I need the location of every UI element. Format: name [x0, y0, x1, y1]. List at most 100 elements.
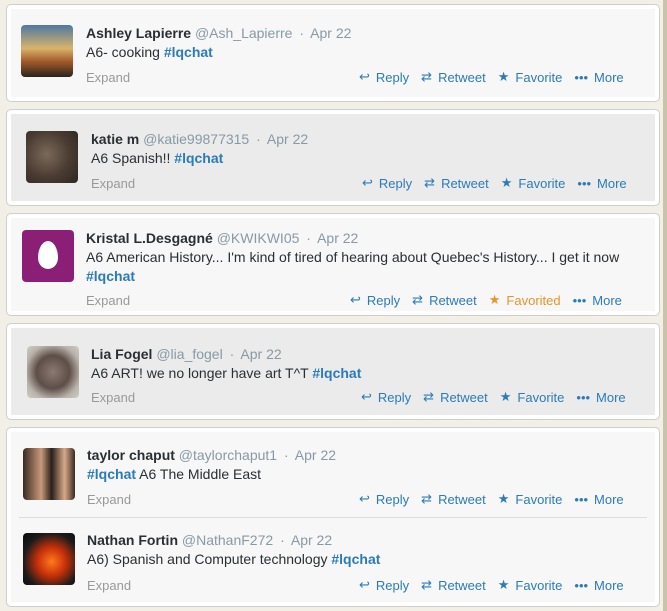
hashtag-link[interactable]: #lqchat: [331, 551, 380, 567]
author-name[interactable]: Ashley Lapierre: [86, 25, 191, 41]
reply-arrow-icon: ↩: [361, 389, 372, 404]
retweet-icon: ⇄: [424, 175, 436, 190]
star-icon: ★: [500, 175, 513, 190]
separator-dot: ·: [283, 447, 289, 463]
more-button[interactable]: ••• More: [574, 577, 623, 593]
author-handle[interactable]: @lia_fogel: [156, 346, 222, 362]
star-icon: ★: [497, 69, 510, 84]
tweet-actions: ↩ Reply ⇄ Retweet ★ Favorite ••• More: [350, 175, 627, 191]
reply-button[interactable]: ↩ Reply: [350, 292, 400, 308]
reply-button[interactable]: ↩ Reply: [359, 69, 409, 85]
separator-dot: ·: [280, 532, 285, 548]
hashtag-link[interactable]: #lqchat: [86, 268, 135, 284]
star-icon: ★: [499, 389, 512, 404]
hashtag-link[interactable]: #lqchat: [164, 44, 213, 60]
favorite-button[interactable]: ★ Favorite: [498, 69, 563, 85]
favorited-button[interactable]: ★ Favorited: [489, 292, 561, 308]
reply-button[interactable]: ↩ Reply: [362, 175, 412, 191]
expand-link[interactable]: Expand: [86, 293, 130, 308]
author-name[interactable]: katie m: [91, 131, 139, 147]
tweet-date[interactable]: Apr 22: [291, 532, 332, 548]
retweet-icon: ⇄: [423, 389, 435, 404]
author-name[interactable]: Kristal L.Desgagné: [86, 230, 213, 246]
separator-dot: ·: [299, 25, 305, 41]
avatar[interactable]: [23, 533, 75, 585]
tweet-actions: ↩ Reply ⇄ Retweet ★ Favorite ••• More: [347, 69, 624, 85]
tweet-text: A6) Spanish and Computer technology #lqc…: [87, 551, 381, 567]
retweet-icon: ⇄: [412, 292, 424, 307]
tweet-conversation-card: taylor chaput @taylorchaput1 · Apr 22 #l…: [6, 427, 660, 607]
star-icon: ★: [497, 577, 510, 592]
reply-button[interactable]: ↩ Reply: [361, 389, 411, 405]
reply-button[interactable]: ↩ Reply: [359, 491, 409, 507]
avatar[interactable]: [21, 25, 73, 77]
more-button[interactable]: ••• More: [574, 69, 623, 85]
expand-link[interactable]: Expand: [86, 70, 130, 85]
author-name[interactable]: Nathan Fortin: [87, 532, 178, 548]
reply-arrow-icon: ↩: [359, 491, 370, 506]
separator-dot: ·: [306, 230, 311, 246]
tweet-date[interactable]: Apr 22: [240, 346, 281, 362]
retweet-button[interactable]: ⇄ Retweet: [421, 577, 486, 593]
tweet-card: katie m @katie99877315 · Apr 22 A6 Spani…: [6, 109, 660, 206]
author-handle[interactable]: @NathanF272: [182, 532, 273, 548]
reply-button[interactable]: ↩ Reply: [359, 577, 409, 593]
tweet-text: A6 ART! we no longer have art T^T #lqcha…: [91, 365, 362, 381]
retweet-button[interactable]: ⇄ Retweet: [412, 292, 477, 308]
author-handle[interactable]: @katie99877315: [143, 131, 249, 147]
ellipsis-icon: •••: [574, 69, 589, 85]
retweet-button[interactable]: ⇄ Retweet: [421, 491, 486, 507]
retweet-icon: ⇄: [421, 69, 433, 84]
tweet-actions: ↩ Reply ⇄ Retweet ★ Favorite ••• More: [347, 491, 624, 507]
expand-link[interactable]: Expand: [91, 390, 135, 405]
tweet-divider: [19, 517, 647, 518]
avatar[interactable]: [22, 230, 74, 282]
retweet-button[interactable]: ⇄ Retweet: [423, 389, 488, 405]
hashtag-link[interactable]: #lqchat: [87, 466, 136, 482]
star-icon: ★: [497, 491, 510, 506]
ellipsis-icon: •••: [574, 491, 589, 507]
tweet-date[interactable]: Apr 22: [267, 131, 308, 147]
tweet-date[interactable]: Apr 22: [295, 447, 336, 463]
favorite-button[interactable]: ★ Favorite: [500, 389, 565, 405]
favorite-button[interactable]: ★ Favorite: [501, 175, 566, 191]
favorite-button[interactable]: ★ Favorite: [498, 577, 563, 593]
tweet-text: A6 Spanish!! #lqchat: [91, 150, 224, 166]
more-button[interactable]: ••• More: [576, 389, 625, 405]
avatar[interactable]: [23, 448, 75, 500]
expand-link[interactable]: Expand: [87, 578, 131, 593]
retweet-button[interactable]: ⇄ Retweet: [424, 175, 489, 191]
retweet-icon: ⇄: [421, 491, 433, 506]
expand-link[interactable]: Expand: [87, 492, 131, 507]
egg-icon: [38, 241, 58, 269]
tweet-date[interactable]: Apr 22: [317, 230, 358, 246]
reply-arrow-icon: ↩: [350, 292, 361, 307]
tweet-actions: ↩ Reply ⇄ Retweet ★ Favorite ••• More: [349, 389, 626, 405]
more-button[interactable]: ••• More: [574, 491, 623, 507]
reply-arrow-icon: ↩: [359, 577, 370, 592]
author-name[interactable]: taylor chaput: [87, 447, 175, 463]
retweet-button[interactable]: ⇄ Retweet: [421, 69, 486, 85]
tweet-card: Kristal L.Desgagné @KWIKWI05 · Apr 22 A6…: [6, 213, 660, 316]
author-name[interactable]: Lia Fogel: [91, 346, 152, 362]
more-button[interactable]: ••• More: [573, 292, 622, 308]
avatar[interactable]: [27, 346, 79, 398]
expand-link[interactable]: Expand: [91, 176, 135, 191]
avatar[interactable]: [26, 131, 78, 183]
ellipsis-icon: •••: [576, 389, 591, 405]
author-handle[interactable]: @Ash_Lapierre: [195, 25, 293, 41]
more-button[interactable]: ••• More: [577, 175, 626, 191]
retweet-icon: ⇄: [421, 577, 433, 592]
tweet-text: #lqchat A6 The Middle East: [87, 466, 262, 482]
star-icon: ★: [488, 292, 501, 307]
favorite-button[interactable]: ★ Favorite: [498, 491, 563, 507]
tweet-card: Lia Fogel @lia_fogel · Apr 22 A6 ART! we…: [6, 323, 660, 420]
hashtag-link[interactable]: #lqchat: [174, 150, 223, 166]
author-handle[interactable]: @KWIKWI05: [217, 230, 300, 246]
hashtag-link[interactable]: #lqchat: [312, 365, 361, 381]
tweet-date[interactable]: Apr 22: [310, 25, 351, 41]
author-handle[interactable]: @taylorchaput1: [179, 447, 277, 463]
timeline-rail: [663, 0, 667, 611]
tweet-actions: ↩ Reply ⇄ Retweet ★ Favorite ••• More: [347, 577, 624, 593]
tweet-actions: ↩ Reply ⇄ Retweet ★ Favorited ••• More: [338, 292, 622, 308]
